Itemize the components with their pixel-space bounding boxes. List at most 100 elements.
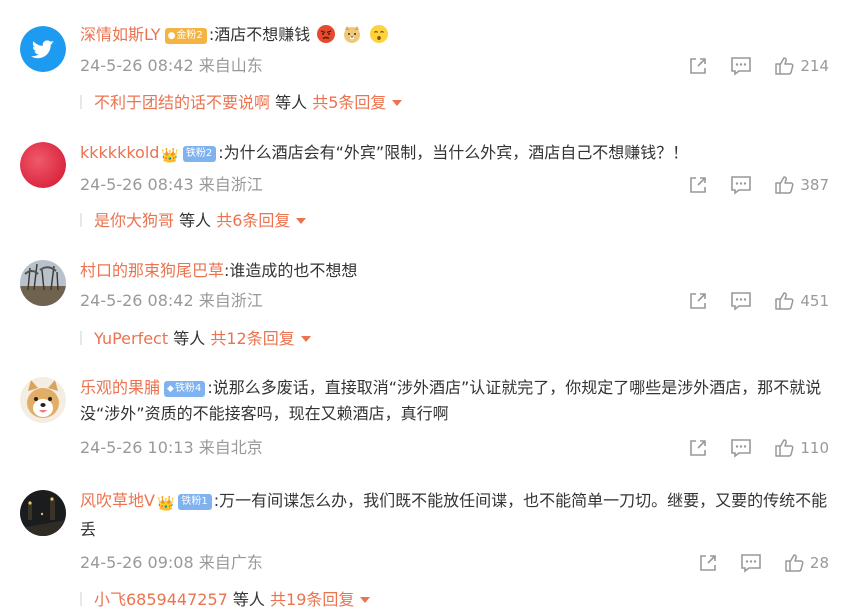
comment-icon	[731, 57, 752, 76]
reply-count[interactable]: 共19条回复	[270, 590, 354, 609]
comment-location: 来自北京	[198, 438, 263, 457]
like-button[interactable]: 28	[784, 553, 829, 573]
share-icon	[690, 177, 707, 193]
avatar[interactable]	[20, 142, 66, 188]
comment-time: 24-5-26 08:43	[80, 175, 194, 194]
reply-divider	[80, 331, 82, 345]
fan-badge[interactable]: 铁粉1	[178, 494, 212, 510]
comment-username[interactable]: 村口的那束狗尾巴草	[80, 261, 224, 280]
comment-icon	[731, 292, 752, 311]
reply-middle-text: 等人	[179, 211, 212, 230]
comment-actions: 387	[688, 174, 829, 196]
comment-meta: 24-5-26 08:43 来自浙江	[80, 175, 263, 195]
fan-badge[interactable]: ◆铁粉4	[164, 381, 206, 397]
share-button[interactable]	[688, 291, 708, 311]
share-icon	[690, 440, 707, 456]
comment-content: :为什么酒店会有“外宾”限制，当什么外宾，酒店自己不想赚钱？！	[218, 143, 689, 162]
comment-meta: 24-5-26 10:13 来自北京	[80, 438, 263, 458]
comment-meta: 24-5-26 08:42 来自山东	[80, 56, 263, 76]
reply-author[interactable]: 不利于团结的话不要说啊	[94, 93, 270, 112]
crown-icon: 👑	[161, 148, 179, 164]
caret-down-icon[interactable]	[392, 100, 403, 106]
comment-username[interactable]: kkkkkkold	[80, 143, 159, 162]
comment-time: 24-5-26 10:13	[80, 438, 194, 457]
night-street-avatar-icon	[20, 490, 66, 536]
comment-text-block: 乐观的果脯 ◆铁粉4:说那么多废话，直接取消“涉外酒店”认证就完了，你规定了哪些是…	[80, 375, 832, 427]
fan-badge[interactable]: ●金粉2	[164, 28, 207, 44]
comment-button[interactable]	[730, 175, 752, 195]
share-button[interactable]	[688, 438, 708, 458]
like-button[interactable]: 451	[774, 291, 829, 311]
comment-text-block: 风吹草地V 👑 铁粉1:万一有间谍怎么办，我们既不能放任间谍，也不能简单一刀切。继要…	[80, 488, 832, 543]
fan-badge-icon: ◆	[167, 384, 174, 394]
thumbs-up-icon	[775, 57, 794, 75]
share-icon	[690, 293, 707, 309]
avatar[interactable]	[20, 377, 66, 423]
like-count: 110	[800, 439, 829, 457]
comment-content: :谁造成的也不想想	[224, 261, 358, 280]
comment-button[interactable]	[730, 291, 752, 311]
landscape-avatar-icon	[20, 260, 66, 306]
share-icon	[700, 555, 716, 571]
comment-text-block: 深情如斯LY ●金粉2:酒店不想赚钱	[80, 22, 832, 48]
caret-down-icon[interactable]	[300, 336, 311, 342]
comment-meta: 24-5-26 09:08 来自广东	[80, 553, 263, 573]
comment-button[interactable]	[740, 553, 762, 573]
reply-summary[interactable]: 小飞6859447257 等人 共19条回复	[80, 589, 371, 611]
comment-content: :酒店不想赚钱	[208, 25, 311, 44]
thumbs-up-icon	[775, 292, 794, 310]
reply-summary[interactable]: YuPerfect 等人 共12条回复	[80, 328, 311, 350]
like-count: 451	[800, 292, 829, 310]
reply-author[interactable]: YuPerfect	[94, 329, 168, 348]
comment-button[interactable]	[730, 438, 752, 458]
comment-button[interactable]	[730, 56, 752, 76]
avatar[interactable]	[20, 26, 66, 72]
comment-time: 24-5-26 08:42	[80, 56, 194, 75]
reply-summary[interactable]: 不利于团结的话不要说啊 等人 共5条回复	[80, 92, 403, 114]
comment-icon	[741, 554, 761, 573]
fan-badge[interactable]: 铁粉2	[182, 146, 217, 162]
comment-icon	[731, 439, 752, 458]
reply-count[interactable]: 共12条回复	[210, 329, 294, 348]
comment-actions: 28	[698, 552, 829, 574]
comment-location: 来自广东	[198, 553, 263, 572]
caret-down-icon[interactable]	[360, 597, 371, 603]
shiba-dog-avatar-icon	[20, 377, 66, 423]
reply-author[interactable]: 小飞6859447257	[94, 590, 228, 609]
comment-username[interactable]: 风吹草地V	[80, 491, 155, 510]
avatar[interactable]	[20, 490, 66, 536]
like-button[interactable]: 110	[774, 438, 829, 458]
comment-username[interactable]: 深情如斯LY	[80, 25, 161, 44]
comment-actions: 214	[688, 55, 829, 77]
comment-actions: 110	[688, 437, 829, 459]
comment-time: 24-5-26 08:42	[80, 291, 194, 310]
like-count: 214	[800, 57, 829, 75]
like-button[interactable]: 214	[774, 56, 829, 76]
red-blur-avatar-icon	[20, 142, 66, 188]
share-button[interactable]	[688, 56, 708, 76]
comment-meta: 24-5-26 08:42 来自浙江	[80, 291, 263, 311]
caret-down-icon[interactable]	[296, 218, 307, 224]
comment-location: 来自浙江	[198, 291, 263, 310]
avatar[interactable]	[20, 260, 66, 306]
share-button[interactable]	[688, 175, 708, 195]
reply-divider	[80, 213, 82, 227]
reply-summary[interactable]: 是你大狗哥 等人 共6条回复	[80, 210, 307, 232]
reply-divider	[80, 95, 82, 109]
reply-author[interactable]: 是你大狗哥	[94, 211, 174, 230]
crown-icon: 👑	[156, 496, 175, 512]
fan-badge-icon: ●	[167, 31, 176, 41]
thumbs-up-icon	[785, 554, 804, 572]
like-button[interactable]: 387	[774, 175, 829, 195]
dizzy-face-icon	[369, 25, 388, 43]
share-button[interactable]	[698, 553, 718, 573]
reply-count[interactable]: 共6条回复	[216, 211, 290, 230]
doge-face-icon	[344, 26, 361, 43]
reply-divider	[80, 592, 82, 606]
share-icon	[690, 58, 707, 74]
reply-middle-text: 等人	[173, 329, 206, 348]
comment-username[interactable]: 乐观的果脯	[80, 378, 160, 397]
reply-count[interactable]: 共5条回复	[312, 93, 386, 112]
angry-face-icon	[317, 25, 336, 43]
comment-time: 24-5-26 09:08	[80, 553, 194, 572]
